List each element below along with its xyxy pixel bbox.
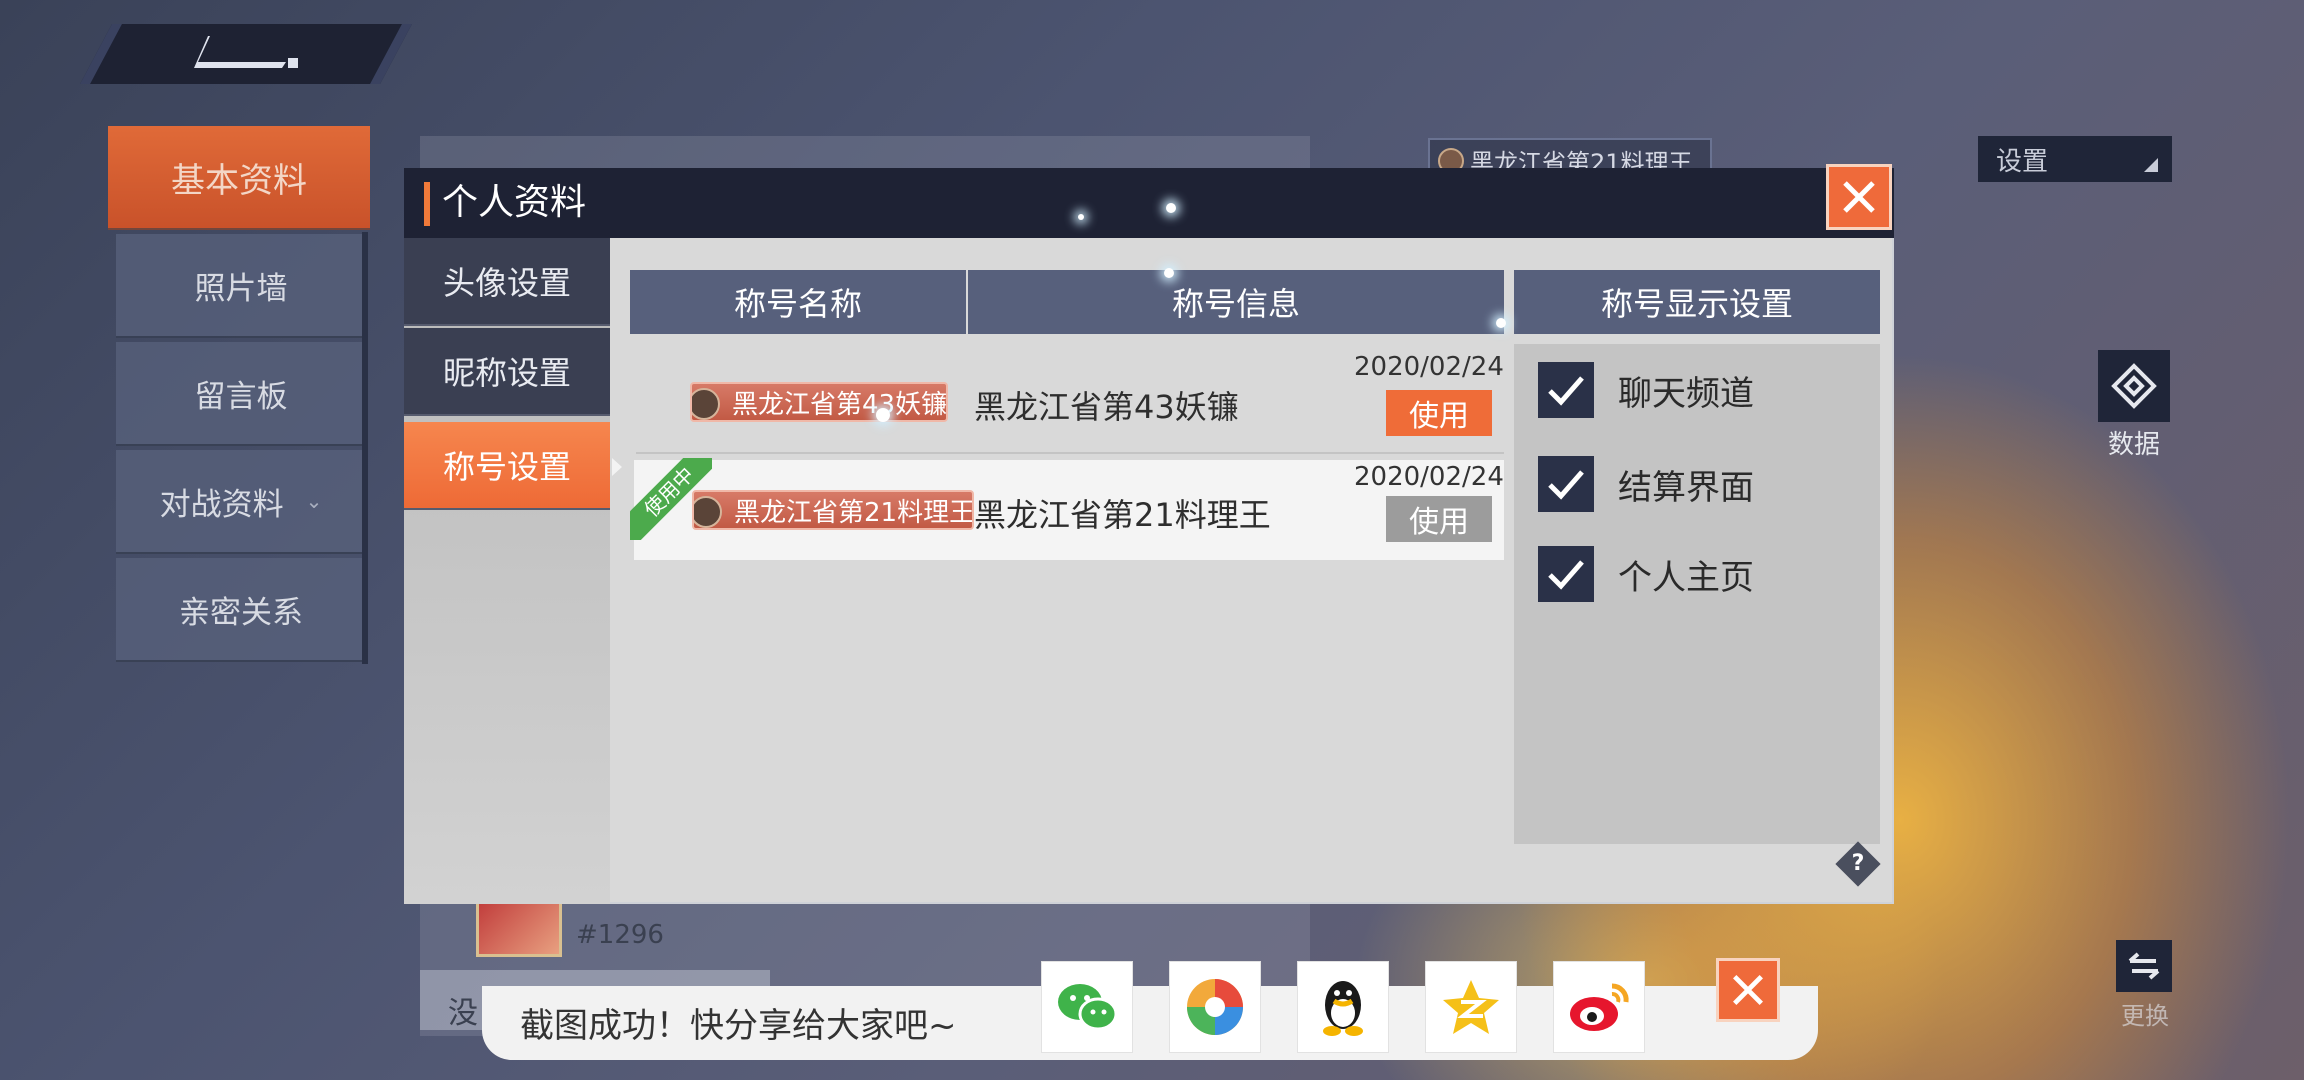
close-icon xyxy=(1843,181,1875,213)
friend-avatar[interactable] xyxy=(476,895,562,957)
swap-arrows-icon xyxy=(2128,952,2160,980)
sidebar-divider xyxy=(362,232,368,664)
checkbox-checked[interactable] xyxy=(1538,456,1594,512)
tab-title-settings[interactable]: 称号设置 xyxy=(404,422,610,510)
checkmark-icon xyxy=(1548,470,1584,500)
sidebar-tab-intimacy[interactable]: 亲密关系 xyxy=(116,558,366,662)
column-header-label: 称号信息 xyxy=(1171,285,1300,323)
tab-avatar-settings[interactable]: 头像设置 xyxy=(404,238,610,326)
tab-label: 称号设置 xyxy=(442,448,571,486)
tab-label: 昵称设置 xyxy=(442,354,571,392)
checkbox-checked[interactable] xyxy=(1538,546,1594,602)
column-header-title-name: 称号名称 xyxy=(630,270,966,334)
weibo-icon xyxy=(1570,983,1629,1031)
use-button-label: 使用 xyxy=(1409,505,1469,540)
title-emblem-icon xyxy=(694,496,722,528)
title-info-text: 黑龙江省第43妖镰 xyxy=(974,388,1239,426)
swap-button[interactable] xyxy=(2116,940,2172,992)
settings-dropdown-label: 设置 xyxy=(1996,146,2049,177)
wechat-icon xyxy=(1058,984,1118,1031)
sidebar-tab-label: 亲密关系 xyxy=(179,594,303,631)
title-badge-text: 黑龙江省第43妖镰 xyxy=(732,389,948,420)
column-header-label: 称号显示设置 xyxy=(1600,285,1793,323)
option-chat-channel[interactable]: 聊天频道 xyxy=(1538,362,1754,418)
tab-label: 头像设置 xyxy=(442,264,571,302)
tab-nickname-settings[interactable]: 昵称设置 xyxy=(404,328,610,416)
title-badge: 黑龙江省第21料理王 xyxy=(692,490,974,530)
sidebar-tab-label: 对战资料 xyxy=(159,486,284,523)
use-button[interactable]: 使用 xyxy=(1386,390,1492,436)
sparkle-effect xyxy=(1078,214,1084,220)
modal-header-accent xyxy=(424,182,430,226)
dropdown-corner-icon xyxy=(2144,158,2158,172)
sidebar-tab-message-board[interactable]: 留言板 xyxy=(116,342,366,446)
use-button-disabled[interactable]: 使用 xyxy=(1386,496,1492,542)
title-info-text: 黑龙江省第21料理王 xyxy=(974,496,1271,534)
settings-dropdown[interactable]: 设置 xyxy=(1978,136,2172,182)
data-button-label: 数据 xyxy=(2107,430,2160,460)
sidebar-tab-label: 留言板 xyxy=(194,378,288,415)
option-personal-homepage[interactable]: 个人主页 xyxy=(1538,546,1754,602)
sidebar-tab-battle-data[interactable]: 对战资料 ⌄ xyxy=(116,450,366,554)
checkmark-icon xyxy=(1548,560,1584,590)
row-divider xyxy=(636,452,1504,454)
qq-share-button[interactable] xyxy=(1298,962,1388,1052)
help-icon[interactable]: ? xyxy=(1842,848,1874,880)
title-badge-text: 黑龙江省第21料理王 xyxy=(734,497,974,528)
share-close-button[interactable] xyxy=(1716,958,1780,1022)
column-header-title-info: 称号信息 xyxy=(968,270,1504,334)
weibo-share-button[interactable] xyxy=(1554,962,1644,1052)
modal-title: 个人资料 xyxy=(442,182,587,223)
option-settlement-screen[interactable]: 结算界面 xyxy=(1538,456,1754,512)
swap-button-label: 更换 xyxy=(2121,1002,2169,1030)
sparkle-effect xyxy=(876,408,890,422)
close-icon xyxy=(1733,975,1763,1005)
sidebar-tab-basic-info[interactable]: 基本资料 xyxy=(108,126,370,230)
column-header-label: 称号名称 xyxy=(733,285,862,323)
checkbox-checked[interactable] xyxy=(1538,362,1594,418)
wechat-share-button[interactable] xyxy=(1042,962,1132,1052)
title-emblem-icon xyxy=(692,388,720,420)
sidebar-tab-label: 照片墙 xyxy=(194,270,288,307)
qzone-icon xyxy=(1443,980,1499,1034)
option-label: 结算界面 xyxy=(1618,467,1754,508)
moments-share-button[interactable] xyxy=(1170,962,1260,1052)
sparkle-effect xyxy=(1166,203,1176,213)
truncated-text: 没 xyxy=(448,996,478,1031)
share-message: 截图成功！快分享给大家吧~ xyxy=(520,1006,957,1046)
acquired-date: 2020/02/24 xyxy=(1354,462,1504,492)
acquired-date: 2020/02/24 xyxy=(1354,352,1504,382)
sidebar-tab-label: 基本资料 xyxy=(171,160,307,201)
sparkle-effect xyxy=(1164,268,1174,278)
moments-icon xyxy=(1187,979,1243,1035)
title-badge: 黑龙江省第43妖镰 xyxy=(690,382,948,422)
modal-header xyxy=(404,168,1894,238)
sidebar-tab-photo-wall[interactable]: 照片墙 xyxy=(116,234,366,338)
active-tab-arrow-icon xyxy=(612,458,622,476)
qzone-share-button[interactable] xyxy=(1426,962,1516,1052)
checkmark-icon xyxy=(1548,376,1584,406)
qq-icon xyxy=(1323,981,1363,1036)
use-button-label: 使用 xyxy=(1409,399,1469,434)
option-label: 个人主页 xyxy=(1618,557,1754,598)
data-button[interactable] xyxy=(2098,350,2170,422)
option-label: 聊天频道 xyxy=(1618,373,1754,414)
sparkle-effect xyxy=(1496,318,1506,328)
friend-id: #1296 xyxy=(576,920,664,950)
modal-close-button[interactable] xyxy=(1826,164,1892,230)
diamond-data-icon xyxy=(2111,363,2157,409)
chevron-down-icon: ⌄ xyxy=(305,489,323,513)
game-logo-mark xyxy=(194,36,298,68)
column-header-display-settings: 称号显示设置 xyxy=(1514,270,1880,334)
